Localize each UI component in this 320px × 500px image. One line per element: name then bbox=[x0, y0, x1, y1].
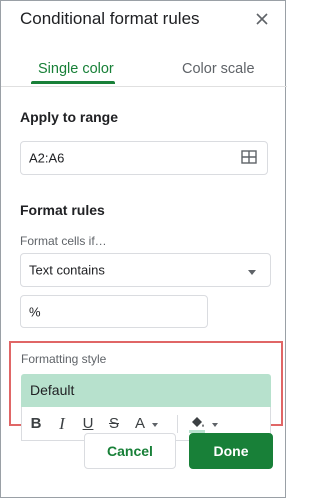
condition-value: Text contains bbox=[29, 262, 105, 278]
format-cells-if-label: Format cells if… bbox=[20, 234, 107, 248]
tab-bar: Single color Color scale bbox=[1, 39, 287, 87]
format-rules-label: Format rules bbox=[20, 202, 105, 218]
fill-color-icon[interactable] bbox=[188, 413, 206, 435]
underline-button[interactable]: U bbox=[80, 415, 96, 433]
strikethrough-button[interactable]: S bbox=[106, 415, 122, 433]
panel-header: Conditional format rules bbox=[1, 1, 287, 39]
style-preview-text: Default bbox=[30, 382, 75, 398]
tab-color-scale[interactable]: Color scale bbox=[182, 61, 255, 77]
tab-single-color[interactable]: Single color bbox=[38, 61, 114, 77]
fill-color-caret-icon bbox=[212, 423, 218, 427]
chevron-down-icon bbox=[248, 270, 256, 275]
formatting-style-label: Formatting style bbox=[21, 352, 107, 366]
condition-dropdown[interactable]: Text contains bbox=[20, 253, 271, 287]
panel-title: Conditional format rules bbox=[20, 9, 200, 28]
text-color-button[interactable]: A bbox=[132, 415, 148, 433]
italic-button[interactable]: I bbox=[54, 415, 70, 433]
toolbar-divider bbox=[177, 415, 178, 433]
value-input[interactable]: % bbox=[20, 295, 208, 328]
bold-button[interactable]: B bbox=[28, 415, 44, 433]
range-value: A2:A6 bbox=[29, 150, 65, 166]
range-input[interactable]: A2:A6 bbox=[20, 141, 268, 175]
formatting-style-section: Formatting style Default B I U S A bbox=[9, 341, 283, 441]
text-color-caret-icon bbox=[152, 423, 158, 427]
apply-to-range-label: Apply to range bbox=[20, 109, 119, 125]
close-icon[interactable] bbox=[254, 11, 270, 27]
done-button[interactable]: Done bbox=[189, 433, 273, 469]
conditional-format-panel: Conditional format rules Single color Co… bbox=[0, 0, 287, 498]
cancel-button[interactable]: Cancel bbox=[84, 433, 176, 469]
select-range-icon[interactable] bbox=[241, 150, 257, 164]
style-preview-dropdown[interactable]: Default bbox=[21, 374, 271, 407]
value-input-text: % bbox=[29, 304, 41, 319]
active-tab-indicator bbox=[31, 81, 115, 84]
